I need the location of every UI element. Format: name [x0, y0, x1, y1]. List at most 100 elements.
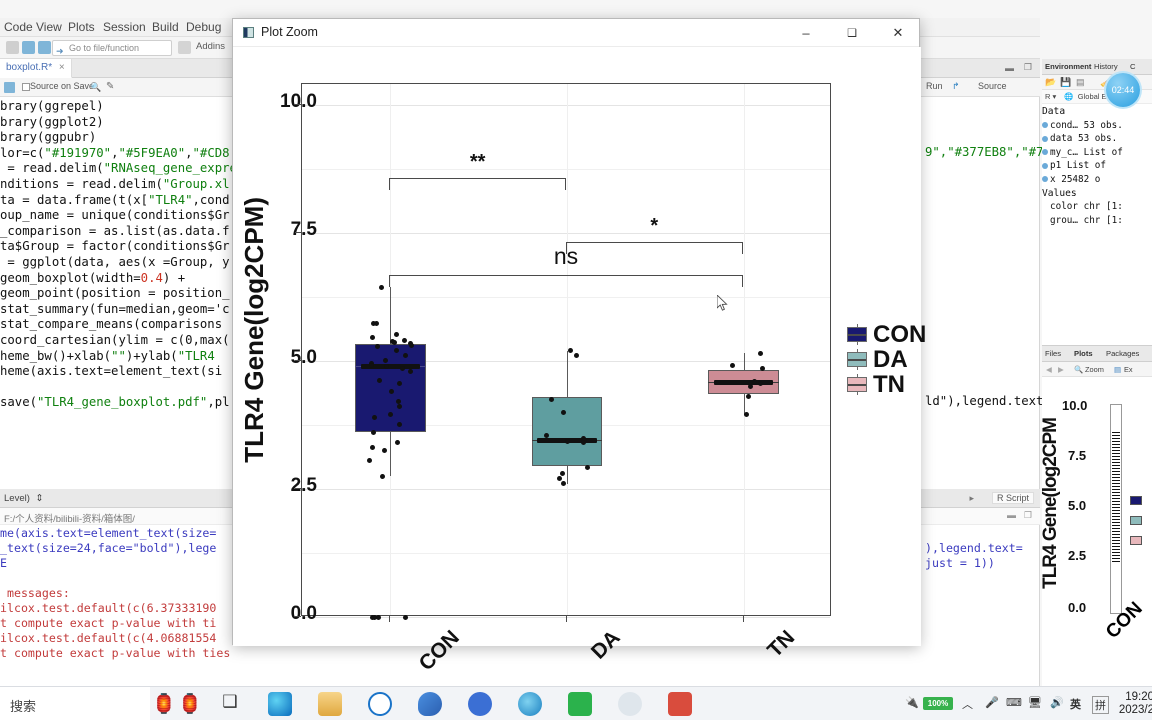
tab-files[interactable]: Files	[1045, 349, 1061, 358]
maximize-pane-icon[interactable]: ❐	[1024, 62, 1032, 73]
wechat-icon[interactable]	[568, 692, 592, 716]
menu-item-view[interactable]: View	[36, 20, 62, 34]
window-close-button[interactable]: ✕	[875, 19, 921, 47]
tab-plots[interactable]: Plots	[1074, 349, 1093, 358]
source-button[interactable]: Source	[978, 81, 1007, 91]
save-file-icon[interactable]	[4, 82, 15, 93]
search-app-icon[interactable]	[368, 692, 392, 716]
menu-item-code[interactable]: Code	[4, 20, 33, 34]
load-workspace-icon[interactable]: 📂	[1045, 77, 1056, 88]
plot-canvas[interactable]: TLR4 Gene(log2CPM) 0.0 2.5 5.0 7.5 10.0 CON D…	[233, 47, 926, 675]
find-icon[interactable]: 🔍	[90, 82, 101, 93]
plot-back-icon[interactable]: ◀	[1046, 365, 1052, 374]
goto-file-input[interactable]: ➜ Go to file/function	[52, 40, 172, 56]
environment-row[interactable]: p1 List of	[1042, 159, 1152, 173]
r-script-selector[interactable]: R Script	[991, 492, 1034, 504]
import-dataset-icon[interactable]: ▤	[1076, 77, 1085, 88]
plot-export-button[interactable]: Ex	[1124, 365, 1133, 374]
v-app-icon[interactable]	[468, 692, 492, 716]
window-maximize-button[interactable]: ❑	[829, 19, 875, 47]
ime-pinyin-indicator[interactable]: 拼	[1092, 696, 1109, 714]
grid-icon[interactable]	[178, 41, 191, 54]
environment-row[interactable]: data 53 obs.	[1042, 132, 1152, 146]
y-tick-mark	[295, 103, 301, 105]
r-selector[interactable]: R ▾	[1045, 92, 1056, 101]
environment-row[interactable]: my_c… List of	[1042, 146, 1152, 160]
data-point	[376, 377, 382, 383]
menu-item-debug[interactable]: Debug	[186, 20, 221, 34]
show-hidden-icons[interactable]: ︿	[962, 696, 973, 712]
environment-row[interactable]: cond… 53 obs.	[1042, 119, 1152, 133]
taskbar-clock[interactable]: 19:20 2023/2	[1119, 691, 1152, 717]
tab-history[interactable]: History	[1094, 62, 1118, 71]
console-more-icon[interactable]: ▸	[969, 493, 974, 504]
console-fragment-2: just = 1))	[925, 556, 995, 570]
console-tab-label[interactable]: Level)	[4, 493, 30, 504]
tab-packages[interactable]: Packages	[1106, 349, 1139, 358]
display-icon[interactable]: 🖥	[1028, 696, 1042, 709]
source-tab-boxplot[interactable]: boxplot.R* ×	[0, 59, 72, 78]
env-var-value: List of	[1066, 160, 1106, 172]
tab-environment[interactable]: Environment	[1045, 62, 1091, 71]
data-point	[402, 337, 408, 343]
bracket-label: **	[469, 150, 486, 173]
microphone-icon[interactable]: 🎤	[985, 696, 999, 709]
arrow-icon: ➜	[56, 46, 64, 56]
run-button[interactable]: Run	[926, 81, 943, 91]
tab-connections[interactable]: C	[1130, 62, 1135, 71]
magic-wand-icon[interactable]: ✎	[106, 81, 114, 92]
mini-plot-preview[interactable]: TLR4 Gene(log2CPM 10.0 7.5 5.0 2.5 0.0 C…	[1040, 378, 1152, 678]
addins-button[interactable]: Addins	[196, 41, 225, 52]
environment-row[interactable]: color chr [1:	[1042, 200, 1152, 214]
rerun-icon[interactable]: ↱	[952, 81, 960, 92]
battery-indicator[interactable]: 100%	[923, 697, 953, 710]
plot-zoom-title-label: Plot Zoom	[261, 25, 318, 39]
source-on-save-checkbox[interactable]	[22, 83, 30, 91]
legend-swatch	[847, 349, 867, 370]
minimize-pane-icon[interactable]: ▬	[1005, 63, 1014, 73]
ime-language-indicator[interactable]: 英	[1070, 696, 1081, 712]
lantern-icon-1: 🏮	[152, 694, 176, 715]
file-explorer-icon[interactable]	[318, 692, 342, 716]
screen: Code View Plots Session Build Debug ➜ Go…	[0, 0, 1152, 720]
menu-item-build[interactable]: Build	[152, 20, 179, 34]
console-minimize-icon[interactable]: ▬	[1007, 510, 1016, 520]
environment-row[interactable]: grou… chr [1:	[1042, 214, 1152, 228]
plot-forward-icon[interactable]: ▶	[1058, 365, 1064, 374]
edge-icon[interactable]	[268, 692, 292, 716]
global-env-label[interactable]: Global E	[1078, 92, 1107, 101]
env-var-name: my_c…	[1050, 146, 1078, 158]
power-icon[interactable]: 🔌	[905, 696, 919, 709]
legend-whisker-top	[857, 324, 858, 328]
env-var-value: 53 obs.	[1078, 133, 1118, 145]
rstudio-icon[interactable]	[618, 692, 642, 716]
data-point	[751, 378, 757, 384]
plot-zoom-button[interactable]: Zoom	[1085, 365, 1104, 374]
taskbar-search-box[interactable]: 搜索	[0, 687, 150, 720]
environment-variable-list[interactable]: Data cond… 53 obs. data 53 obs. my_c… List …	[1042, 105, 1152, 227]
dove-app-icon[interactable]	[418, 692, 442, 716]
data-point	[369, 445, 375, 451]
console-maximize-icon[interactable]: ❐	[1024, 510, 1032, 521]
menu-item-session[interactable]: Session	[103, 20, 146, 34]
save-workspace-icon[interactable]: 💾	[1060, 77, 1071, 88]
new-file-icon[interactable]	[6, 41, 19, 54]
environment-row[interactable]: x 25482 o	[1042, 173, 1152, 187]
menu-item-plots[interactable]: Plots	[68, 20, 95, 34]
window-minimize-button[interactable]: –	[783, 19, 829, 47]
environment-section-header: Values	[1042, 187, 1077, 199]
wps-icon[interactable]	[668, 692, 692, 716]
mini-legend-tn	[1130, 536, 1142, 545]
keyboard-icon[interactable]: ⌨	[1006, 696, 1022, 709]
close-tab-icon[interactable]: ×	[59, 62, 65, 73]
task-view-icon[interactable]: ❑	[218, 692, 242, 716]
ie-icon[interactable]	[518, 692, 542, 716]
data-point	[379, 473, 385, 479]
data-point	[573, 353, 579, 359]
plot-zoom-titlebar[interactable]: Plot Zoom – ❑ ✕	[233, 19, 919, 47]
bracket-label: *	[650, 214, 659, 237]
save-all-icon[interactable]	[38, 41, 51, 54]
volume-icon[interactable]: 🔊	[1050, 696, 1064, 709]
environment-tab-bar: Environment History C	[1042, 59, 1152, 75]
save-icon[interactable]	[22, 41, 35, 54]
